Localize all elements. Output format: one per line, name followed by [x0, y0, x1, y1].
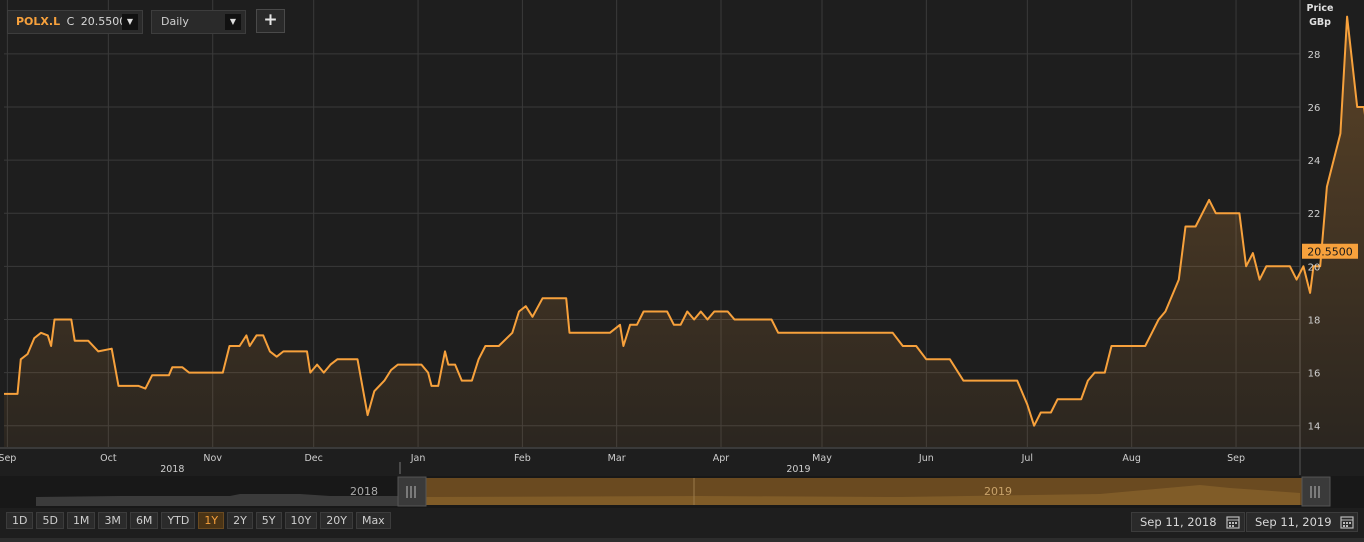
x-year-label: 2019 — [786, 464, 810, 475]
period-button-3m[interactable]: 3M — [98, 512, 127, 529]
y-tick-label: 28 — [1308, 50, 1321, 61]
axis-unit-label: GBp — [1309, 17, 1331, 28]
period-button-max[interactable]: Max — [355, 512, 391, 529]
close-value: 20.5500 — [80, 15, 127, 28]
y-tick-label: 24 — [1308, 156, 1321, 167]
y-tick-label: 18 — [1308, 315, 1321, 326]
period-button-ytd[interactable]: YTD — [161, 512, 196, 529]
x-tick-label: Sep — [0, 453, 16, 464]
chevron-down-icon[interactable]: ▼ — [225, 14, 241, 30]
x-tick-label: Jul — [1021, 453, 1033, 464]
price-area-fill — [4, 16, 1364, 447]
period-button-5d[interactable]: 5D — [36, 512, 64, 529]
y-axis: 14 16 18 20 22 24 26 28 — [1308, 50, 1321, 433]
y-tick-label: 16 — [1308, 369, 1321, 380]
x-tick-label: Jun — [918, 453, 934, 464]
ticker-symbol: POLX.L — [16, 15, 61, 28]
x-tick-label: Feb — [514, 453, 531, 464]
y-tick-label: 22 — [1308, 209, 1321, 220]
period-button-10y[interactable]: 10Y — [284, 512, 318, 529]
handle-grip-icon — [397, 476, 427, 507]
navigator-left-handle[interactable] — [397, 476, 427, 507]
axis-price-label: Price — [1307, 3, 1334, 14]
chevron-down-icon[interactable]: ▼ — [122, 14, 138, 30]
x-tick-label: Mar — [608, 453, 626, 464]
frequency-value: Daily — [161, 15, 189, 28]
y-tick-label: 26 — [1308, 103, 1321, 114]
period-button-1m[interactable]: 1M — [66, 512, 96, 529]
frequency-selector[interactable]: Daily ▼ — [151, 10, 246, 34]
y-tick-label: 14 — [1308, 422, 1321, 433]
x-tick-label: Apr — [713, 453, 730, 464]
period-button-1d[interactable]: 1D — [6, 512, 34, 529]
price-chart: 14 16 18 20 22 24 26 28 Sep Oct Nov Dec Jan Feb Mar Ap… — [0, 0, 1364, 508]
calendar-icon[interactable] — [1226, 514, 1240, 530]
period-button-6m[interactable]: 6M — [129, 512, 159, 529]
time-navigator[interactable]: 2018 2019 — [0, 476, 1364, 508]
x-tick-label: Aug — [1122, 453, 1141, 464]
x-tick-label: Sep — [1227, 453, 1245, 464]
period-button-5y[interactable]: 5Y — [255, 512, 282, 529]
x-tick-label: Dec — [304, 453, 322, 464]
y-tick-label: 20 — [1308, 262, 1321, 273]
x-year-label: 2018 — [160, 464, 184, 475]
handle-grip-icon — [1301, 476, 1331, 507]
period-button-20y[interactable]: 20Y — [320, 512, 353, 529]
period-button-1y[interactable]: 1Y — [198, 512, 225, 529]
calendar-icon[interactable] — [1340, 514, 1354, 530]
x-tick-label: Oct — [100, 453, 117, 464]
x-tick-label: Nov — [203, 453, 222, 464]
x-axis: Sep Oct Nov Dec Jan Feb Mar Apr May Jun Jul Aug Sep 2… — [0, 453, 1245, 475]
x-tick-label: Jan — [410, 453, 426, 464]
navigator-right-handle[interactable] — [1301, 476, 1331, 507]
bottom-border — [0, 538, 1364, 542]
add-series-button[interactable]: + — [256, 9, 285, 33]
last-price-label: 20.5500 — [1307, 246, 1353, 259]
period-button-2y[interactable]: 2Y — [227, 512, 253, 529]
x-tick-label: May — [812, 453, 832, 464]
symbol-selector[interactable]: POLX.L C 20.5500 ▼ — [7, 10, 143, 34]
close-label: C — [66, 15, 75, 28]
navigator-left-year: 2018 — [350, 485, 378, 498]
period-selector: 1D 5D 1M 3M 6M YTD 1Y 2Y 5Y 10Y 20Y Max — [6, 512, 391, 529]
last-price-marker: 20.5500 — [1302, 243, 1358, 259]
navigator-right-year: 2019 — [984, 485, 1012, 498]
